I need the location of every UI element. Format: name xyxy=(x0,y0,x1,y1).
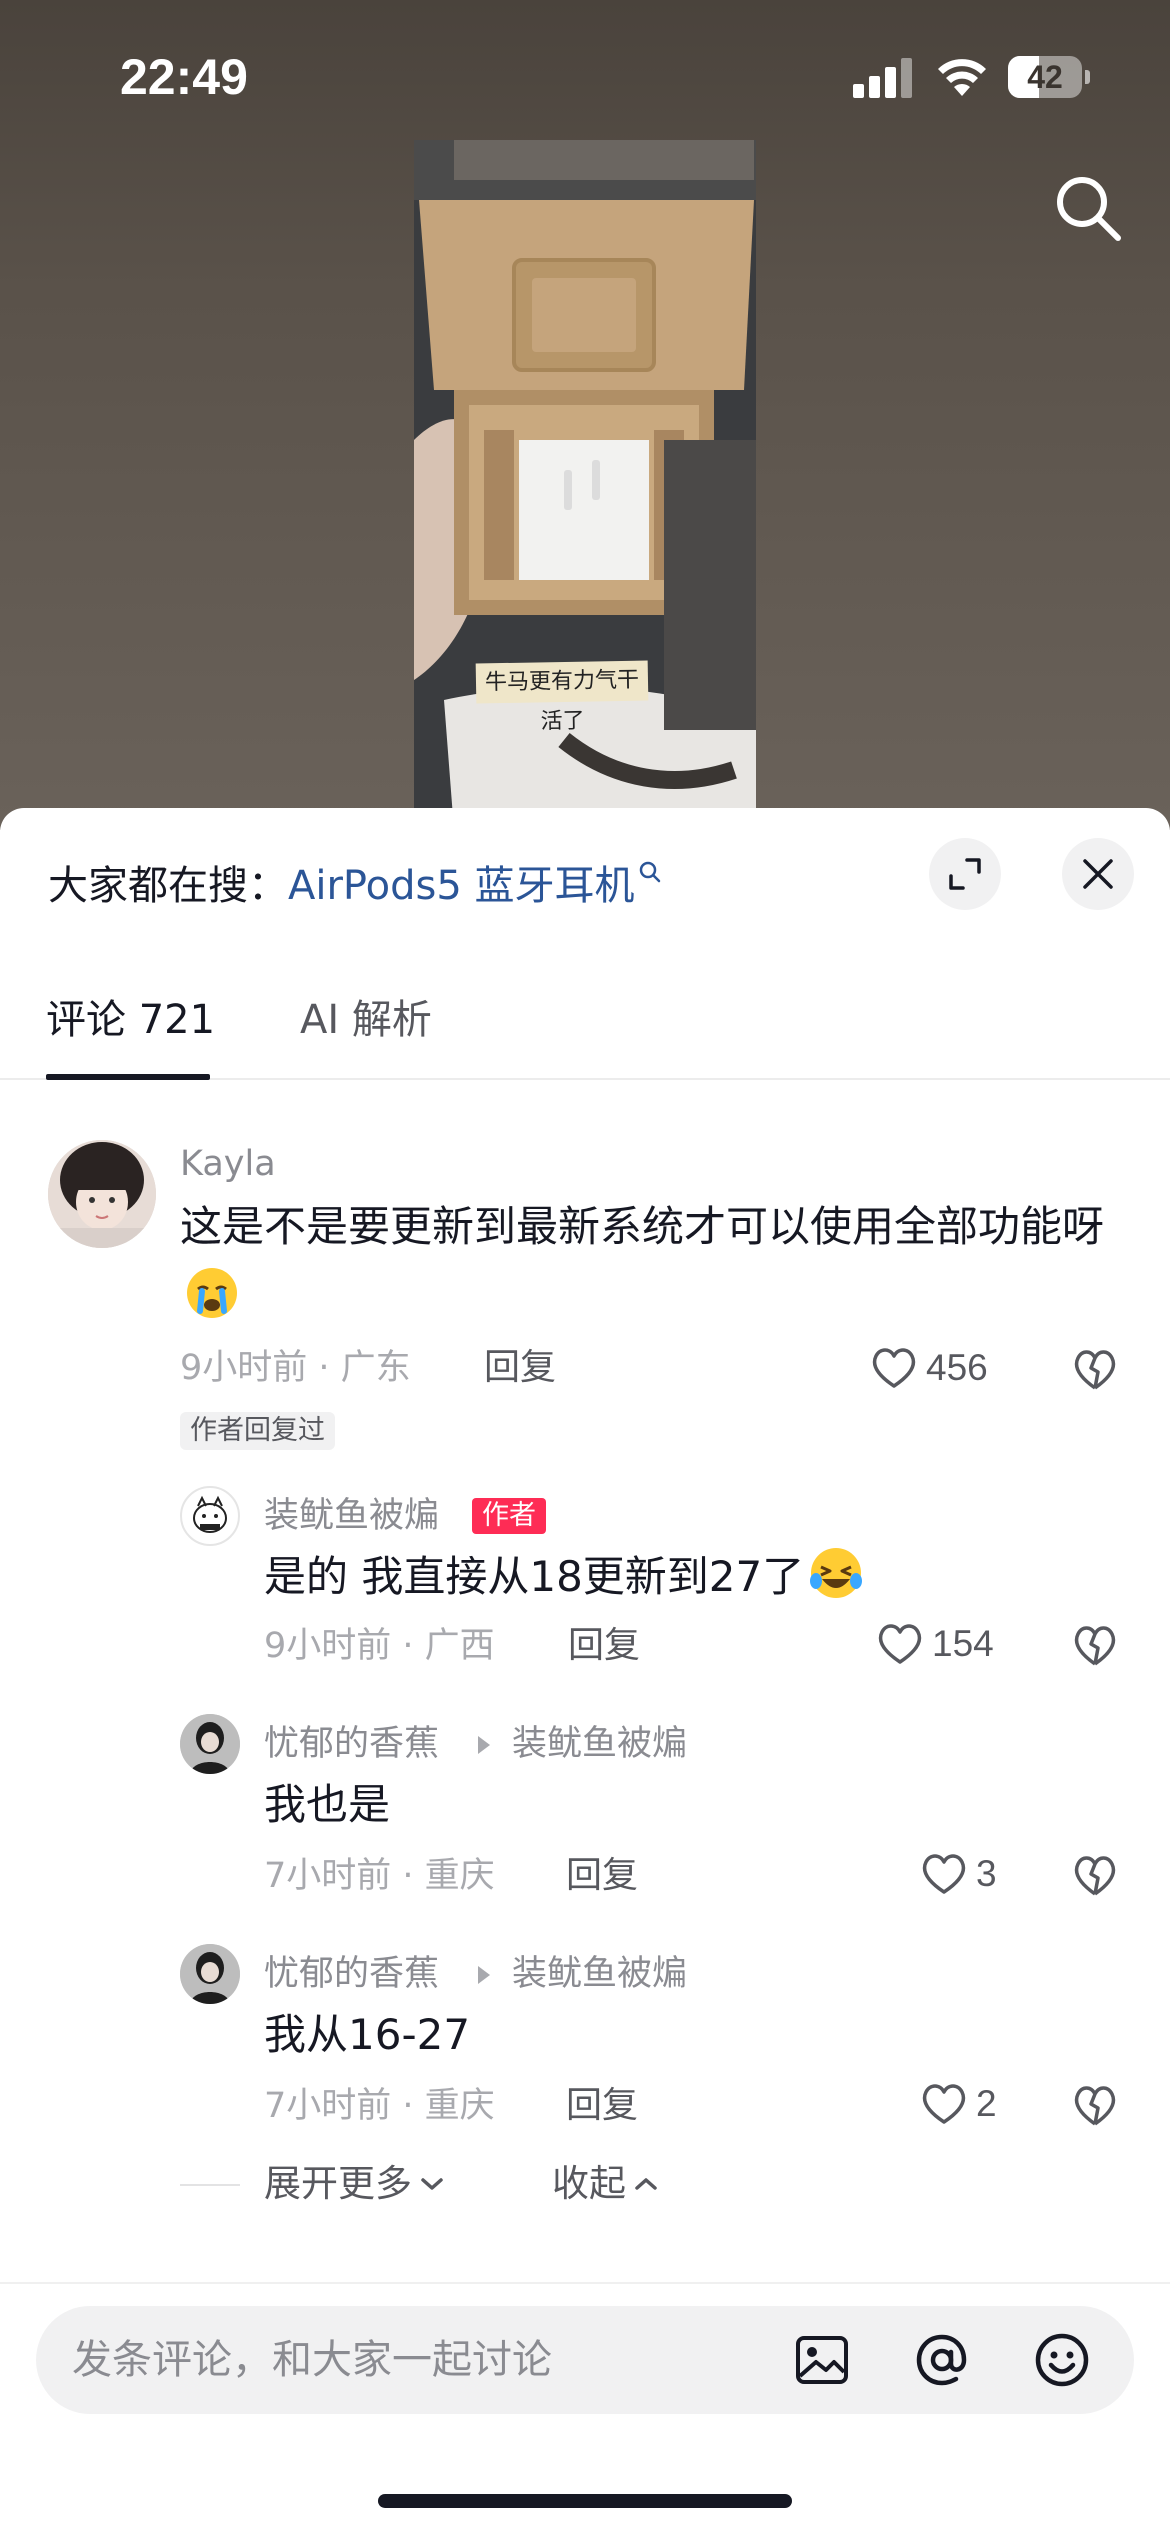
comment-sheet: 大家都在搜：AirPods5 蓝牙耳机 评论 721 AI 解析 Kayla 这… xyxy=(0,808,1170,2532)
like-button[interactable]: 2 xyxy=(920,2076,997,2132)
tab-ai-analysis[interactable]: AI 解析 xyxy=(300,992,432,1048)
wifi-icon xyxy=(938,59,986,96)
comment-input-placeholder: 发条评论，和大家一起讨论 xyxy=(72,2337,552,2383)
reply-meta: 7小时前 · 重庆 xyxy=(264,1856,495,1896)
reply-text: 是的 我直接从18更新到27了 xyxy=(264,1542,1124,1612)
avatar-image xyxy=(180,1944,240,2004)
heart-icon xyxy=(922,2084,966,2124)
comment-input-bar: 发条评论，和大家一起讨论 xyxy=(0,2282,1170,2532)
trending-query-link[interactable]: AirPods5 蓝牙耳机 xyxy=(288,863,634,909)
heart-icon xyxy=(922,1854,966,1894)
at-icon[interactable] xyxy=(912,2330,972,2390)
reply-to-username[interactable]: 装鱿鱼被煸 xyxy=(512,1720,687,1768)
signal-icon xyxy=(853,58,912,98)
avatar-image xyxy=(193,1495,227,1533)
like-count: 154 xyxy=(932,1623,994,1664)
battery-percent: 42 xyxy=(1027,59,1063,95)
expand-button[interactable] xyxy=(929,838,1001,910)
close-icon xyxy=(1083,859,1113,889)
battery-icon: 42 xyxy=(1008,56,1090,98)
like-count: 3 xyxy=(976,1853,997,1894)
collapse-button[interactable]: 收起 xyxy=(552,2160,660,2208)
search-icon xyxy=(640,861,661,883)
reply-button[interactable]: 回复 xyxy=(484,1344,556,1392)
tab-comments[interactable]: 评论 721 xyxy=(46,992,215,1048)
avatar[interactable] xyxy=(180,1486,240,1546)
expand-icon xyxy=(949,858,981,890)
divider xyxy=(180,2184,240,2186)
like-button[interactable]: 154 xyxy=(876,1616,994,1672)
avatar[interactable] xyxy=(48,1140,156,1248)
reply-text-body: 是的 我直接从18更新到27了 xyxy=(264,1552,805,1601)
avatar[interactable] xyxy=(180,1944,240,2004)
like-count: 2 xyxy=(976,2083,997,2124)
expand-more-label: 展开更多 xyxy=(264,2162,412,2205)
reply-button[interactable]: 回复 xyxy=(566,1852,638,1900)
image-icon[interactable] xyxy=(792,2330,852,2390)
airpods-box-photo xyxy=(414,140,756,830)
search-icon[interactable] xyxy=(1048,168,1128,248)
broken-heart-icon[interactable] xyxy=(1070,1620,1120,1670)
author-badge: 作者 xyxy=(472,1498,546,1534)
emoji-icon[interactable] xyxy=(1032,2330,1092,2390)
like-button[interactable]: 456 xyxy=(870,1340,988,1396)
heart-icon xyxy=(872,1348,916,1388)
close-button[interactable] xyxy=(1062,838,1134,910)
reply-to-arrow-icon xyxy=(478,1966,490,1984)
active-tab-indicator xyxy=(46,1074,210,1080)
reply-button[interactable]: 回复 xyxy=(566,2082,638,2130)
reply-meta: 9小时前 · 广西 xyxy=(264,1626,495,1666)
broken-heart-icon[interactable] xyxy=(1070,1344,1120,1394)
like-count: 456 xyxy=(926,1347,988,1388)
laughing-tears-face-icon xyxy=(810,1548,863,1598)
reply-to-username[interactable]: 装鱿鱼被煸 xyxy=(512,1950,687,1998)
expand-row: 展开更多 收起 xyxy=(0,2154,1170,2214)
trending-search[interactable]: 大家都在搜：AirPods5 蓝牙耳机 xyxy=(48,856,662,916)
avatar-image xyxy=(48,1140,156,1248)
broken-heart-icon[interactable] xyxy=(1070,2080,1120,2130)
home-indicator[interactable] xyxy=(378,2494,792,2508)
reply-username[interactable]: 忧郁的香蕉 xyxy=(264,1720,439,1768)
avatar-image xyxy=(180,1714,240,1774)
trending-prefix: 大家都在搜： xyxy=(48,863,288,909)
broken-heart-icon[interactable] xyxy=(1070,1850,1120,1900)
crying-face-icon xyxy=(187,1268,237,1318)
comment-username[interactable]: Kayla xyxy=(180,1140,276,1188)
photo-caption-note: 牛马更有力气干活了 xyxy=(475,660,649,734)
tab-bar: 评论 721 AI 解析 xyxy=(0,956,1170,1080)
reply-text: 我也是 xyxy=(264,1780,391,1829)
author-replied-badge: 作者回复过 xyxy=(180,1412,335,1450)
comment-meta: 9小时前 · 广东 xyxy=(180,1348,411,1388)
collapse-label: 收起 xyxy=(552,2162,626,2205)
like-button[interactable]: 3 xyxy=(920,1846,997,1902)
video-frame[interactable]: 牛马更有力气干活了 xyxy=(414,140,756,830)
video-background[interactable]: 牛马更有力气干活了 22:49 42 xyxy=(0,0,1170,830)
reply-username[interactable]: 装鱿鱼被煸 xyxy=(264,1492,439,1540)
reply-username[interactable]: 忧郁的香蕉 xyxy=(264,1950,439,1998)
status-bar: 22:49 42 xyxy=(0,0,1170,150)
expand-more-button[interactable]: 展开更多 xyxy=(264,2160,446,2208)
comment-text-body: 这是不是要更新到最新系统才可以使用全部功能呀 xyxy=(180,1202,1105,1251)
comment-input[interactable]: 发条评论，和大家一起讨论 xyxy=(36,2306,1134,2414)
heart-icon xyxy=(878,1624,922,1664)
avatar[interactable] xyxy=(180,1714,240,1774)
reply-button[interactable]: 回复 xyxy=(568,1622,640,1670)
chevron-up-icon xyxy=(635,2178,657,2190)
reply-text: 我从16-27 xyxy=(264,2010,471,2059)
reply-to-arrow-icon xyxy=(478,1736,490,1754)
chevron-down-icon xyxy=(421,2178,443,2190)
status-time: 22:49 xyxy=(120,49,248,105)
comment-text: 这是不是要更新到最新系统才可以使用全部功能呀 xyxy=(180,1192,1120,1332)
reply-meta: 7小时前 · 重庆 xyxy=(264,2086,495,2126)
